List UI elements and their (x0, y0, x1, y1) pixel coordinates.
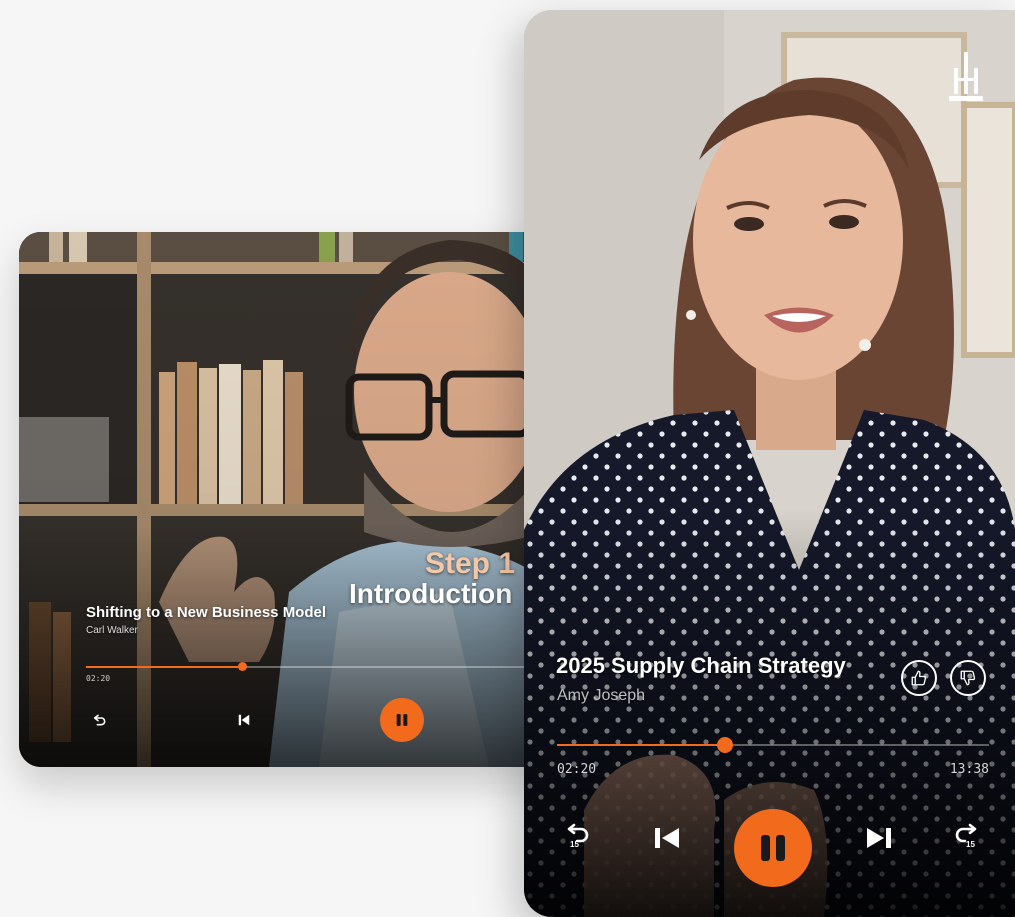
pause-button[interactable] (734, 809, 812, 887)
like-button[interactable] (901, 660, 937, 696)
skip-next-icon (867, 828, 891, 848)
pause-button[interactable] (380, 698, 424, 742)
rewind-15-icon: 15 (567, 823, 589, 849)
forward-15-icon: 15 (955, 823, 977, 849)
video-frame-amy (524, 10, 1015, 917)
video-overlay-step-title: Step 1 (424, 547, 516, 580)
elapsed-time: 02:20 (86, 674, 111, 683)
progress-fill (86, 666, 242, 668)
previous-button[interactable] (233, 709, 255, 731)
video-title: Shifting to a New Business Model (86, 604, 327, 621)
video-author: Carl Walker (86, 625, 138, 636)
video-frame-carl (19, 232, 559, 767)
brand-logo-icon (949, 52, 983, 101)
svg-text:15: 15 (966, 840, 975, 849)
svg-text:15: 15 (570, 840, 579, 849)
skip-previous-icon (655, 828, 679, 848)
brand-logo (947, 50, 985, 114)
previous-button[interactable] (650, 821, 684, 855)
rewind-15-icon (93, 714, 106, 726)
progress-handle[interactable] (717, 737, 733, 753)
skip-previous-icon (238, 714, 250, 726)
thumbs-down-icon (960, 670, 976, 686)
rewind-15-button[interactable]: 15 (561, 818, 595, 852)
front-video-player: 2025 Supply Chain Strategy Amy Joseph 02… (524, 10, 1015, 917)
rewind-15-button[interactable] (89, 709, 111, 731)
forward-15-button[interactable]: 15 (949, 818, 983, 852)
video-author: Amy Joseph (557, 687, 646, 704)
progress-track[interactable] (557, 737, 989, 753)
duration-time: 13:38 (949, 762, 989, 777)
video-title: 2025 Supply Chain Strategy (556, 653, 846, 678)
next-button[interactable] (862, 821, 896, 855)
dislike-button[interactable] (950, 660, 986, 696)
pause-icon (761, 835, 785, 861)
progress-handle[interactable] (237, 662, 247, 671)
thumbs-up-icon (911, 670, 927, 686)
progress-fill (557, 744, 725, 746)
pause-icon (396, 714, 408, 726)
progress-track[interactable] (86, 662, 559, 671)
back-video-player: Step 1 Introduction Shifting to a New Bu… (19, 232, 559, 767)
elapsed-time: 02:20 (557, 762, 597, 777)
